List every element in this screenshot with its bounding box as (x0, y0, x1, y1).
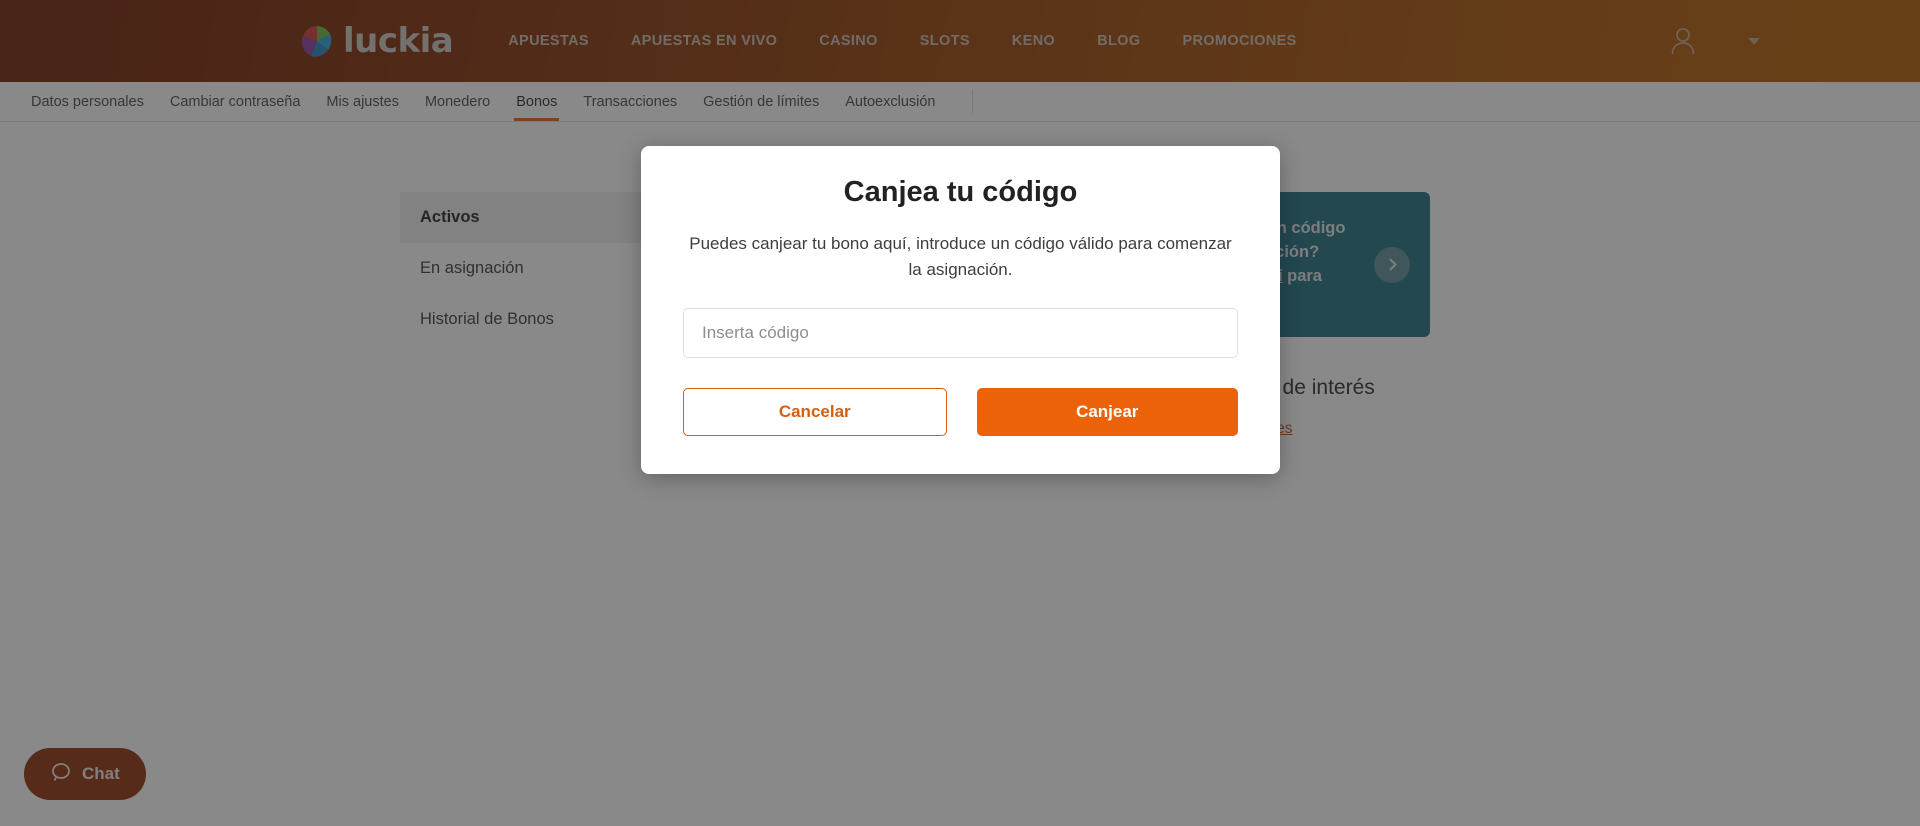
code-input[interactable] (683, 308, 1238, 358)
modal-title: Canjea tu código (843, 176, 1078, 208)
modal-actions: Cancelar Canjear (683, 388, 1238, 436)
modal-description: Puedes canjear tu bono aquí, introduce u… (689, 234, 1232, 279)
redeem-code-modal: Canjea tu código Puedes canjear tu bono … (641, 146, 1280, 474)
redeem-button[interactable]: Canjear (976, 388, 1238, 436)
cancel-button[interactable]: Cancelar (683, 388, 947, 436)
